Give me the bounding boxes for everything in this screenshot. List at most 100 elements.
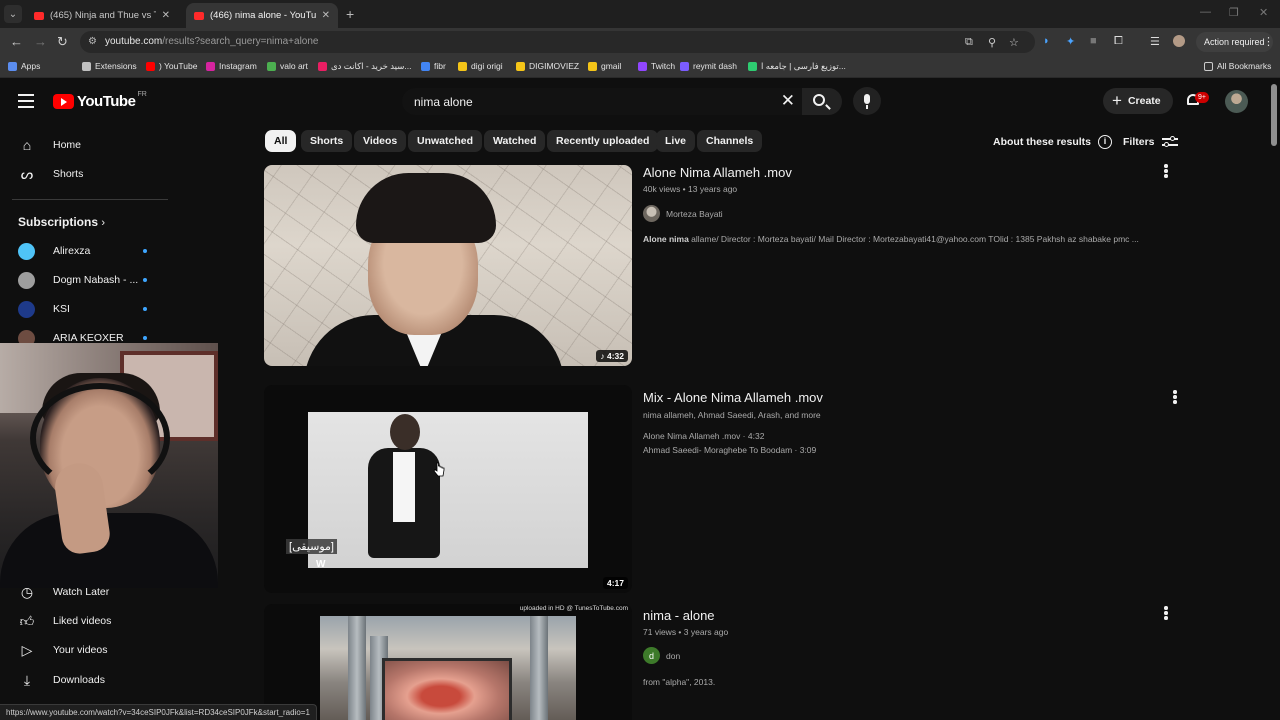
more-actions-icon[interactable] — [1173, 390, 1177, 404]
sidebar-subscription-ksi[interactable]: KSI — [0, 295, 170, 323]
close-window-icon[interactable]: ✕ — [1259, 6, 1268, 19]
hand-cursor-icon — [433, 462, 445, 477]
youtube-logo[interactable]: YouTube FR — [53, 91, 147, 110]
play-square-icon: ▷ — [21, 641, 33, 658]
filter-chip-live[interactable]: Live — [656, 130, 696, 152]
close-tab-icon[interactable]: ✕ — [322, 10, 330, 21]
bookmark-item[interactable]: Twitch — [638, 61, 675, 71]
bookmark-item[interactable]: valo art — [267, 61, 308, 71]
site-info-icon[interactable]: ⚙ — [88, 36, 97, 47]
bookmark-item[interactable]: DIGIMOVIEZ — [516, 61, 579, 71]
channel-avatar: d — [643, 647, 660, 664]
sidebar-item-shorts[interactable]: ᔕ Shorts — [0, 160, 170, 188]
bookmark-item[interactable]: سید خرید - اکانت دی... — [318, 61, 411, 72]
youtube-play-icon — [53, 94, 74, 109]
sidebar-item-home[interactable]: ⌂ Home — [0, 131, 170, 159]
video-thumbnail[interactable]: ♪ 4:32 — [264, 165, 632, 366]
page-scrollbar[interactable] — [1271, 84, 1277, 146]
mix-thumbnail[interactable]: [موسیقی] W 4:17 — [264, 385, 632, 593]
zoom-icon[interactable]: ⚲ — [988, 36, 996, 49]
bookmark-item[interactable]: Instagram — [206, 61, 257, 71]
extensions-puzzle-icon[interactable]: ⧠ — [1114, 35, 1123, 48]
new-content-dot — [143, 249, 147, 253]
new-tab-icon[interactable]: + — [346, 6, 354, 22]
extension-icon[interactable]: ◗ — [1043, 35, 1050, 47]
video-title[interactable]: nima - alone — [643, 608, 715, 623]
bookmark-item[interactable]: gmail — [588, 61, 621, 71]
youtube-favicon-icon — [194, 11, 204, 20]
channel-link[interactable]: d don — [643, 647, 680, 664]
clear-search-icon[interactable]: ✕ — [781, 91, 795, 111]
address-bar[interactable]: ⚙ youtube.com/results?search_query=nima+… — [80, 31, 1035, 53]
more-actions-icon[interactable] — [1164, 164, 1168, 178]
mix-artists: nima allameh, Ahmad Saeedi, Arash, and m… — [643, 410, 821, 420]
bookmark-item[interactable]: Extensions — [82, 61, 137, 71]
thumbs-up-icon: 👍︎ — [19, 612, 35, 629]
restore-icon[interactable]: ❐ — [1229, 6, 1239, 19]
profile-avatar[interactable] — [1173, 35, 1185, 47]
video-title[interactable]: Alone Nima Allameh .mov — [643, 165, 792, 180]
bookmark-item[interactable]: توزیع فارسی | جامعه ا... — [748, 61, 846, 72]
shorts-icon: ᔕ — [20, 165, 34, 182]
tab-search-button[interactable]: ⌄ — [4, 5, 22, 23]
close-tab-icon[interactable]: ✕ — [162, 10, 170, 21]
bookmark-item[interactable]: Apps — [8, 61, 40, 71]
subscriptions-header[interactable]: Subscriptions › — [18, 215, 105, 229]
reload-icon[interactable]: ↻ — [57, 34, 68, 50]
info-icon: i — [1098, 135, 1113, 149]
video-thumbnail[interactable]: uploaded in HD @ TunesToTube.com — [264, 604, 632, 720]
back-icon[interactable]: ← — [10, 34, 23, 49]
create-button[interactable]: + Create — [1103, 88, 1173, 114]
mix-title[interactable]: Mix - Alone Nima Allameh .mov — [643, 390, 823, 405]
bookmark-favicon-icon — [516, 61, 525, 71]
reading-list-icon[interactable]: ☰ — [1150, 35, 1160, 48]
all-bookmarks-folder[interactable]: All Bookmarks — [1204, 61, 1271, 71]
extension-icon[interactable]: ■ — [1090, 35, 1097, 47]
bookmark-favicon-icon — [680, 61, 689, 71]
bookmark-star-icon[interactable]: ☆ — [1009, 36, 1019, 49]
bookmark-item[interactable]: fibr — [421, 61, 446, 71]
voice-search-button[interactable] — [853, 87, 881, 115]
install-app-icon[interactable]: ⧉ — [965, 36, 973, 49]
bookmark-item[interactable]: digi origi — [458, 61, 503, 71]
browser-tab[interactable]: (465) Ninja and Thue vs The Ma ✕ — [26, 3, 178, 28]
mix-track-item[interactable]: Ahmad Saeedi- Moraghebe To Boodam · 3:09 — [643, 445, 816, 455]
action-required-button[interactable]: Action required — [1196, 32, 1273, 52]
filter-chip-watched[interactable]: Watched — [484, 130, 546, 152]
minimize-icon[interactable]: — — [1200, 6, 1211, 18]
sidebar-item-liked-videos[interactable]: 👍︎ Liked videos — [0, 607, 170, 635]
filter-chip-unwatched[interactable]: Unwatched — [408, 130, 483, 152]
forward-icon[interactable]: → — [34, 34, 47, 49]
bookmark-favicon-icon — [206, 61, 215, 71]
menu-kebab-icon[interactable]: ⋮ — [1263, 35, 1274, 48]
guide-menu-icon[interactable] — [18, 94, 34, 108]
browser-tab-active[interactable]: (466) nima alone - YouTube ✕ — [186, 3, 338, 28]
account-avatar[interactable] — [1225, 90, 1248, 113]
about-results-button[interactable]: About these results i — [993, 135, 1113, 149]
sidebar-divider — [12, 199, 168, 200]
search-button[interactable] — [802, 88, 842, 115]
filter-chip-recently-uploaded[interactable]: Recently uploaded — [547, 130, 659, 152]
video-meta: 40k views • 13 years ago — [643, 184, 738, 194]
search-input[interactable]: nima alone ✕ — [402, 88, 803, 115]
bookmark-item[interactable]: reymit dash — [680, 61, 737, 71]
tab-title: (466) nima alone - YouTube — [210, 10, 316, 21]
channel-link[interactable]: Morteza Bayati — [643, 205, 723, 222]
sidebar-item-downloads[interactable]: ⤓ Downloads — [0, 666, 170, 694]
bookmark-favicon-icon — [748, 62, 757, 71]
new-content-dot — [143, 307, 147, 311]
filter-chip-videos[interactable]: Videos — [354, 130, 407, 152]
filters-button[interactable]: Filters — [1123, 135, 1178, 148]
filter-chip-shorts[interactable]: Shorts — [301, 130, 353, 152]
bookmarks-bar: Apps Extensions ) YouTube Instagram valo art… — [0, 56, 1280, 78]
filter-chip-all[interactable]: All — [265, 130, 297, 152]
microphone-icon — [864, 94, 870, 104]
sidebar-subscription-dogm-nabash[interactable]: Dogm Nabash - ... — [0, 266, 170, 294]
sidebar-item-your-videos[interactable]: ▷ Your videos — [0, 636, 170, 664]
more-actions-icon[interactable] — [1164, 606, 1168, 620]
filter-chip-channels[interactable]: Channels — [697, 130, 763, 152]
extension-icon[interactable]: ✦ — [1066, 35, 1075, 48]
sidebar-subscription-alirexza[interactable]: Alirexza — [0, 237, 170, 265]
bookmark-item[interactable]: ) YouTube — [146, 61, 197, 71]
mix-track-item[interactable]: Alone Nima Allameh .mov · 4:32 — [643, 431, 764, 441]
